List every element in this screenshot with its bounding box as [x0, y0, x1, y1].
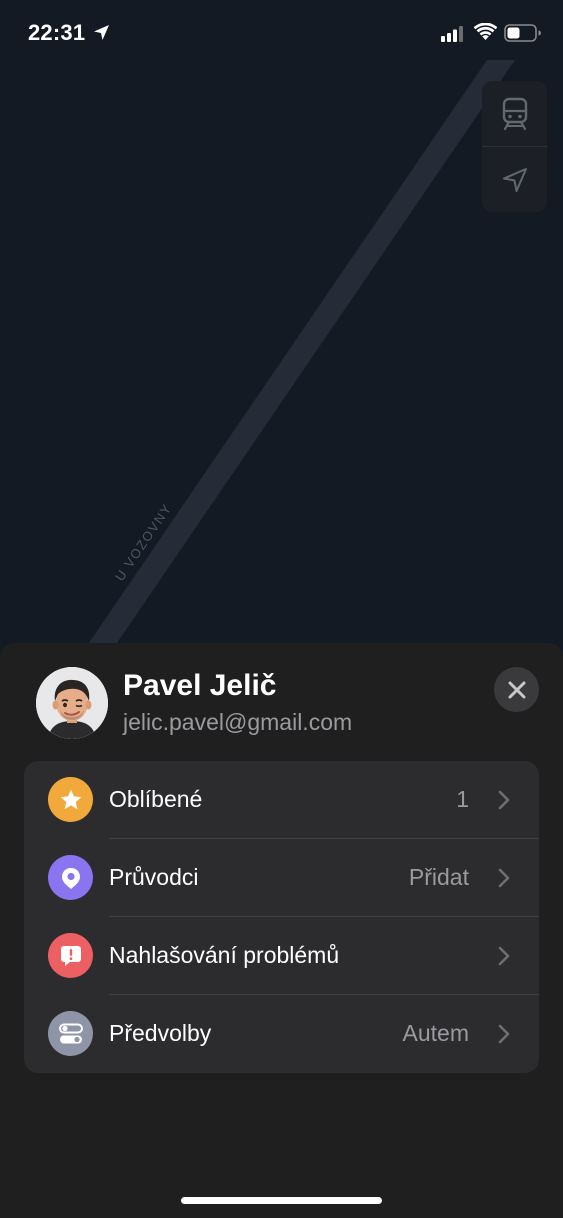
account-sheet: Pavel Jelič jelic.pavel@gmail.com Oblíbe…: [0, 643, 563, 1218]
close-icon: [508, 681, 525, 698]
report-icon: [60, 945, 81, 966]
menu-item-guides[interactable]: Průvodci Přidat: [24, 839, 539, 917]
guides-icon-badge: [48, 855, 93, 900]
chevron-right-icon: [498, 946, 510, 966]
transit-map-button[interactable]: [482, 81, 547, 146]
menu-item-label: Předvolby: [109, 1020, 212, 1046]
preferences-icon-badge: [48, 1011, 93, 1056]
chevron-right-icon: [498, 1024, 510, 1044]
map-view[interactable]: U VOZOVNY: [0, 0, 563, 700]
preferences-value: Autem: [402, 1020, 469, 1046]
battery-icon: [504, 24, 541, 42]
location-arrow-outline-icon: [502, 167, 527, 192]
home-indicator[interactable]: [181, 1197, 382, 1204]
map-road: U VOZOVNY: [50, 60, 515, 700]
map-controls: [482, 81, 547, 212]
guides-icon: [59, 867, 80, 889]
location-arrow-icon: [94, 25, 109, 40]
profile-email: jelic.pavel@gmail.com: [123, 709, 353, 735]
wifi-icon: [474, 23, 497, 40]
current-location-button[interactable]: [482, 147, 547, 212]
menu-item-preferences[interactable]: Předvolby Autem: [24, 995, 539, 1073]
guides-add-value: Přidat: [408, 864, 469, 890]
close-button[interactable]: [494, 667, 539, 712]
favorites-icon-badge: [48, 777, 93, 822]
menu-item-label: Nahlašování problémů: [109, 942, 340, 968]
status-time: 22:31: [28, 20, 86, 45]
chevron-right-icon: [498, 790, 510, 810]
chevron-right-icon: [498, 868, 510, 888]
menu-item-favorites[interactable]: Oblíbené 1: [24, 761, 539, 839]
toggles-icon: [58, 1023, 83, 1043]
tram-icon: [502, 97, 527, 130]
profile-name: Pavel Jelič: [123, 669, 277, 702]
favorites-count: 1: [456, 786, 469, 812]
memoji-avatar-icon: [36, 667, 108, 739]
cellular-signal-icon: [441, 26, 463, 42]
avatar: [36, 667, 108, 739]
report-icon-badge: [48, 933, 93, 978]
menu-item-label: Průvodci: [109, 864, 199, 890]
menu-item-report-issue[interactable]: Nahlašování problémů: [24, 917, 539, 995]
account-menu: Oblíbené 1 Průvodci Přidat Nahlašování p…: [24, 761, 539, 1073]
menu-item-label: Oblíbené: [109, 786, 203, 812]
star-icon: [60, 789, 81, 809]
status-bar: 22:31: [0, 0, 563, 70]
